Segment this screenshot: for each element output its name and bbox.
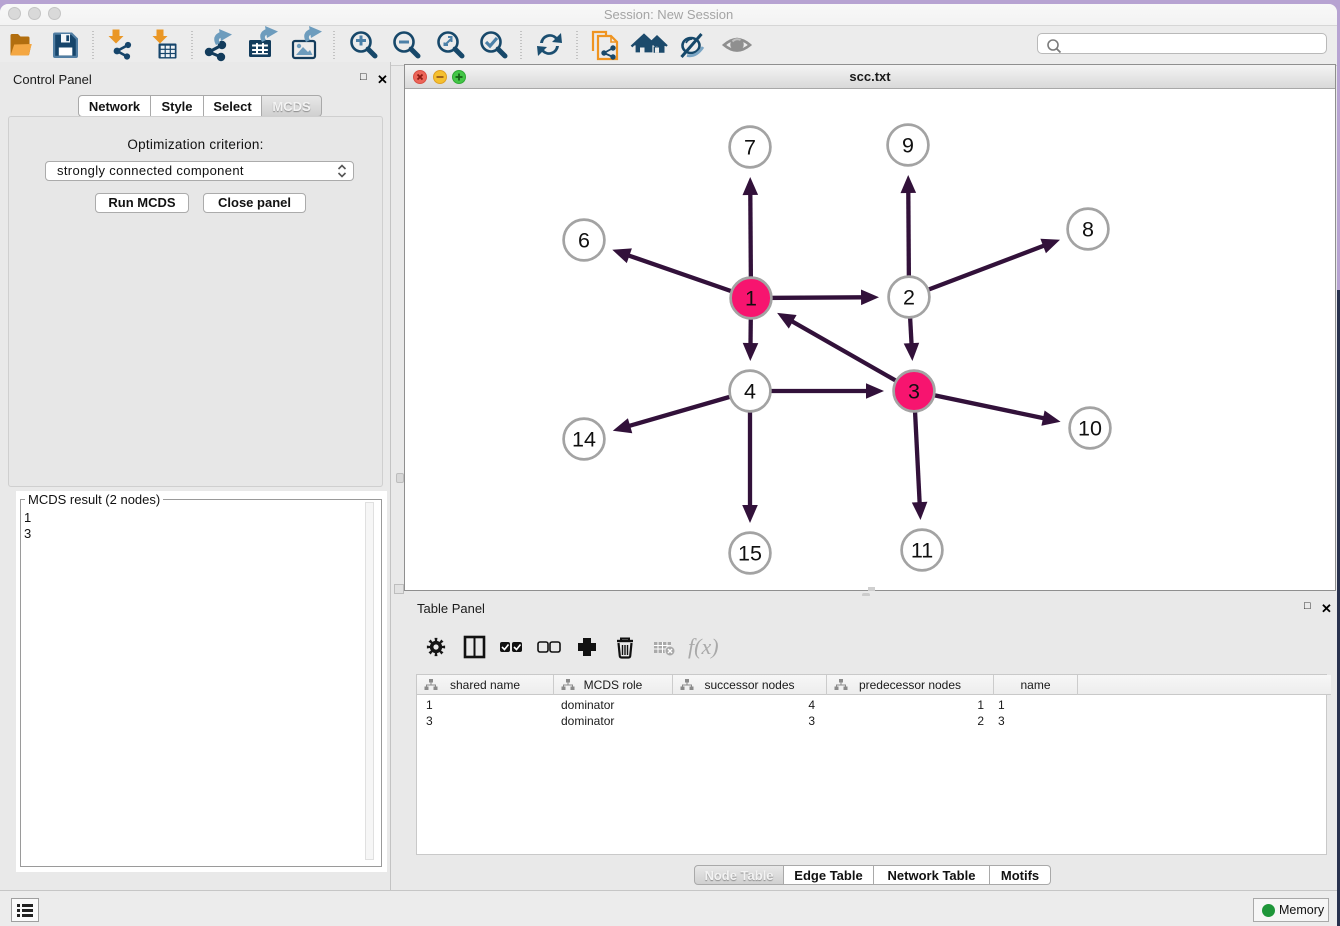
svg-text:4: 4 [744,380,756,404]
svg-text:3: 3 [908,380,920,404]
svg-text:2: 2 [903,286,915,310]
svg-text:11: 11 [911,539,933,563]
svg-text:6: 6 [578,229,590,253]
svg-text:8: 8 [1082,218,1094,242]
svg-text:15: 15 [738,542,762,566]
svg-text:1: 1 [745,287,757,311]
svg-text:14: 14 [572,428,596,452]
svg-text:9: 9 [902,134,914,158]
svg-text:10: 10 [1078,417,1102,441]
svg-text:f(x): f(x) [688,634,719,659]
svg-text:7: 7 [744,136,756,160]
